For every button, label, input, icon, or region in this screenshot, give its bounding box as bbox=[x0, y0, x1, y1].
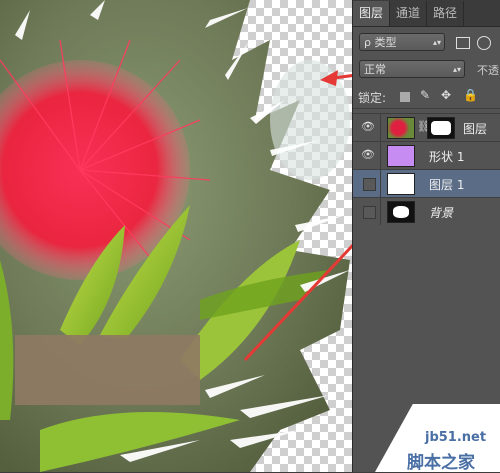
watermark-brand: 脚本之家 bbox=[407, 453, 475, 473]
layer-mask-thumbnail bbox=[427, 117, 455, 139]
lock-pixels-icon[interactable]: ✎ bbox=[420, 88, 430, 102]
layer-thumbnail bbox=[387, 173, 415, 195]
layer-row-1[interactable]: 👁 形状 1 bbox=[353, 141, 500, 169]
dropdown-arrow-icon: ▴▾ bbox=[432, 38, 441, 47]
document-canvas[interactable] bbox=[0, 0, 352, 472]
adjustment-filter-icon[interactable] bbox=[477, 36, 491, 50]
layer-row-3[interactable]: 背景 bbox=[353, 197, 500, 225]
blend-mode-value: 正常 bbox=[364, 63, 386, 76]
layer-filter-dropdown[interactable]: ρ 类型 ▴▾ bbox=[359, 33, 445, 51]
layers-panel: 图层 通道 路径 ρ 类型 ▴▾ 正常 ▴▾ 不透 锁定: ✎ ✥ 🔒 👁 ⛓ … bbox=[352, 0, 500, 473]
blend-mode-dropdown[interactable]: 正常 ▴▾ bbox=[359, 60, 465, 78]
filter-row: ρ 类型 ▴▾ bbox=[353, 30, 500, 55]
layer-row-2[interactable]: 图层 1 bbox=[353, 169, 500, 197]
tab-channels[interactable]: 通道 bbox=[390, 1, 428, 26]
image-filter-icon[interactable] bbox=[456, 37, 470, 49]
lock-transparent-icon[interactable] bbox=[400, 92, 410, 102]
lock-position-icon[interactable]: ✥ bbox=[441, 88, 451, 102]
layer-thumbnail bbox=[387, 117, 415, 139]
watermark-site: jb51.net bbox=[425, 430, 487, 445]
visibility-eye-icon[interactable]: 👁 bbox=[361, 120, 375, 134]
layer-filter-label: ρ 类型 bbox=[364, 36, 397, 49]
panel-tabs: 图层 通道 路径 bbox=[353, 0, 500, 27]
layer-name: 图层 1 bbox=[429, 178, 465, 192]
visibility-toggle[interactable] bbox=[363, 178, 376, 191]
annotation-arrows bbox=[243, 70, 352, 362]
watermark: jb51.net 脚本之家 bbox=[361, 400, 500, 473]
layer-name: 图层 bbox=[463, 122, 488, 136]
lock-label: 锁定: bbox=[358, 91, 387, 105]
layer-name: 形状 1 bbox=[429, 150, 465, 164]
layer-name: 背景 bbox=[429, 206, 454, 220]
tab-layers[interactable]: 图层 bbox=[353, 1, 391, 26]
opacity-label: 不透 bbox=[477, 64, 499, 77]
layer-row-0[interactable]: 👁 ⛓ 图层 bbox=[353, 113, 500, 141]
shape-layer-thumbnail bbox=[387, 145, 415, 167]
visibility-eye-icon[interactable]: 👁 bbox=[361, 148, 375, 162]
lock-row: 锁定: ✎ ✥ 🔒 bbox=[353, 84, 500, 109]
tab-paths[interactable]: 路径 bbox=[427, 1, 465, 26]
lock-all-icon[interactable]: 🔒 bbox=[463, 88, 478, 102]
blend-row: 正常 ▴▾ 不透 bbox=[353, 56, 500, 81]
visibility-toggle[interactable] bbox=[363, 206, 376, 219]
background-thumbnail bbox=[387, 201, 415, 223]
dropdown-arrow-icon: ▴▾ bbox=[452, 65, 461, 74]
